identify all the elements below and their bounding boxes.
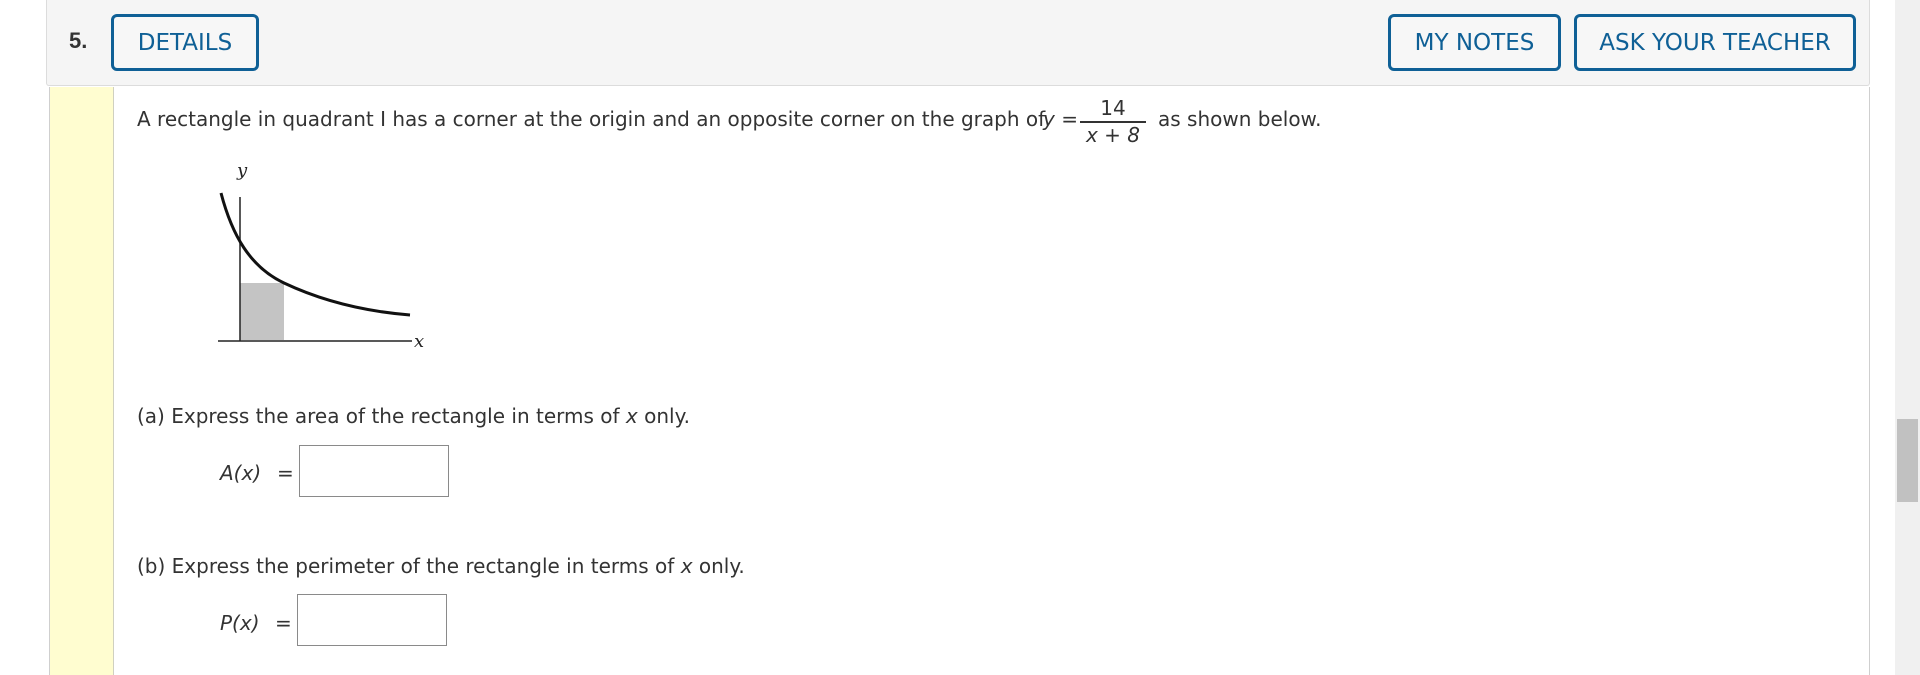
part-a-prompt: (a) Express the area of the rectangle in… — [137, 404, 690, 428]
fraction-denominator: x + 8 — [1085, 123, 1141, 147]
y-axis-label: y — [236, 160, 248, 181]
details-button[interactable]: DETAILS — [111, 14, 259, 71]
page-scrollbar-thumb[interactable] — [1897, 419, 1918, 502]
perimeter-answer-input[interactable] — [297, 594, 447, 646]
rectangle-graph: y x — [218, 160, 424, 352]
part-b-prompt: (b) Express the perimeter of the rectang… — [137, 554, 745, 578]
shaded-rectangle — [240, 283, 284, 340]
area-function-label: A(x) — [220, 461, 262, 485]
equation-lhs-text: y = — [1043, 107, 1078, 131]
area-answer-input[interactable] — [299, 445, 449, 497]
perimeter-equals-sign: = — [275, 611, 292, 635]
page-scrollbar-track[interactable] — [1895, 0, 1920, 675]
part-a-prompt-prefix: (a) Express the area of the rectangle in… — [137, 404, 620, 428]
my-notes-button[interactable]: MY NOTES — [1388, 14, 1561, 71]
question-number: 5. — [69, 28, 88, 53]
ask-your-teacher-button[interactable]: ASK YOUR TEACHER — [1574, 14, 1856, 71]
question-side-band — [50, 87, 114, 675]
part-b-prompt-suffix: only. — [698, 554, 745, 578]
equation-fraction: 14 x + 8 — [1080, 96, 1146, 147]
area-equals-sign: = — [277, 461, 294, 485]
fraction-numerator: 14 — [1080, 96, 1146, 123]
part-a-prompt-var: x — [625, 404, 638, 428]
equation-lhs: y = — [1043, 107, 1078, 131]
intro-text: A rectangle in quadrant I has a corner a… — [137, 107, 1046, 131]
part-b-prompt-prefix: (b) Express the perimeter of the rectang… — [137, 554, 675, 578]
perimeter-function-label: P(x) — [220, 611, 260, 635]
part-a-prompt-suffix: only. — [644, 404, 690, 428]
intro-suffix: as shown below. — [1158, 107, 1322, 131]
x-axis-label: x — [414, 331, 424, 352]
part-b-prompt-var: x — [680, 554, 693, 578]
